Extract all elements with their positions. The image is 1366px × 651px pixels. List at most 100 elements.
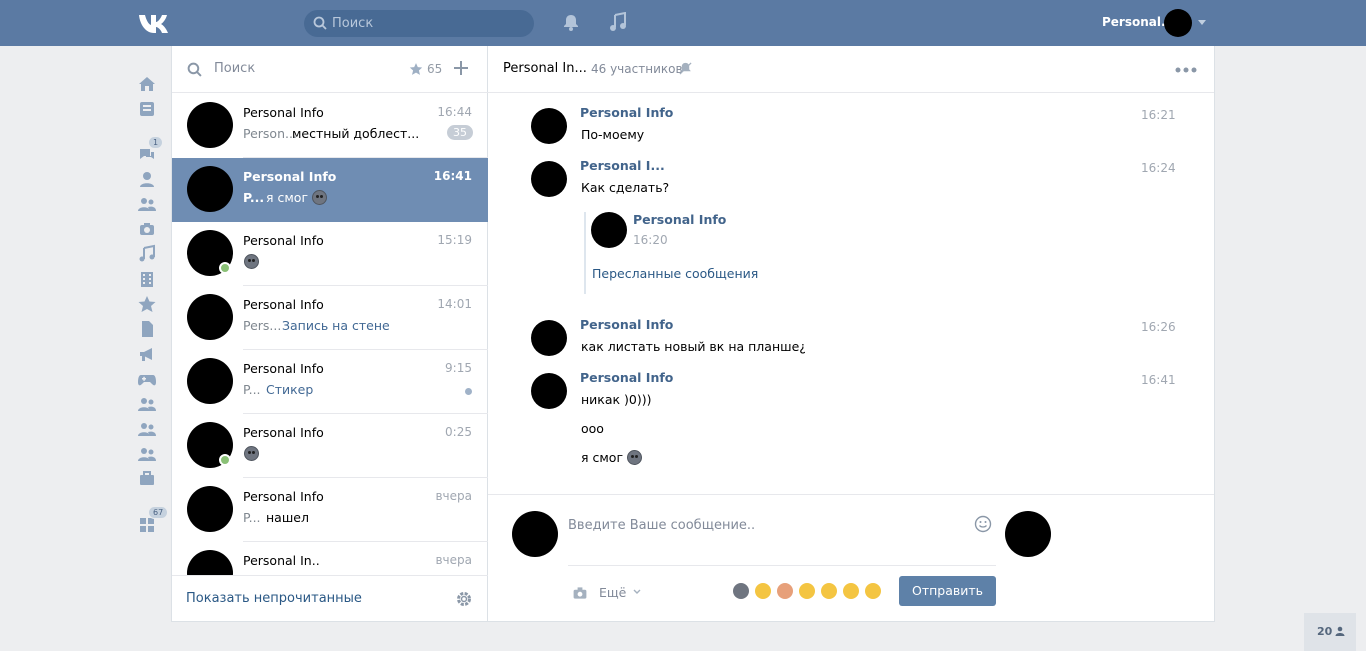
dialog-sender: Person... xyxy=(243,126,297,141)
dialog-item-active[interactable]: Personal Info 16:41 P... я смог xyxy=(172,158,488,222)
dialog-preview xyxy=(244,446,259,461)
forwarded-bar xyxy=(584,212,586,294)
message-author[interactable]: Personal Info xyxy=(580,370,673,385)
dialog-time: 16:41 xyxy=(433,169,472,183)
groups-icon[interactable] xyxy=(136,394,158,414)
star-icon[interactable] xyxy=(136,294,158,314)
star-icon[interactable] xyxy=(408,61,424,77)
dialog-time: 9:15 xyxy=(445,361,472,375)
video-icon[interactable] xyxy=(136,269,158,289)
more-icon[interactable] xyxy=(1175,67,1197,73)
mute-icon[interactable] xyxy=(679,62,692,75)
gear-icon[interactable] xyxy=(455,590,473,608)
avatar[interactable] xyxy=(531,320,567,356)
chat-title[interactable]: Personal In... xyxy=(503,61,587,76)
dialog-item[interactable]: Personal Info 0:25 xyxy=(172,414,488,478)
plus-icon[interactable] xyxy=(453,60,469,76)
message-time: 16:24 xyxy=(1141,161,1176,175)
forwarded-author[interactable]: Personal Info xyxy=(633,212,726,227)
avatar[interactable] xyxy=(591,212,627,248)
dialog-preview: местный доблест... xyxy=(292,126,420,141)
online-counter[interactable]: 20 xyxy=(1304,613,1356,651)
dialog-item[interactable]: Personal Info 16:44 Person... местный до… xyxy=(172,94,488,158)
send-button[interactable]: Отправить xyxy=(899,576,996,606)
message-author[interactable]: Personal I... xyxy=(580,158,665,173)
online-indicator xyxy=(219,262,231,274)
emoji-icon[interactable] xyxy=(821,583,837,599)
dialog-item[interactable]: Personal Info 9:15 P... Стикер xyxy=(172,350,488,414)
groups-icon[interactable] xyxy=(136,444,158,464)
dialog-name: Personal Info xyxy=(243,297,324,312)
home-icon[interactable] xyxy=(136,74,158,94)
groups-icon[interactable] xyxy=(136,194,158,214)
document-icon[interactable] xyxy=(136,319,158,339)
avatar[interactable] xyxy=(531,161,567,197)
message-author[interactable]: Personal Info xyxy=(580,317,673,332)
emoji-icon[interactable] xyxy=(733,583,749,599)
music-icon[interactable] xyxy=(609,12,627,32)
nav-messages[interactable]: 1 xyxy=(136,136,164,164)
search-icon xyxy=(187,62,202,77)
dialogs-search-input[interactable]: Поиск xyxy=(214,61,255,76)
gamepad-icon[interactable] xyxy=(136,369,158,389)
user-avatar[interactable] xyxy=(1164,9,1192,37)
message-time: 16:21 xyxy=(1141,108,1176,122)
emoji-icon[interactable] xyxy=(865,583,881,599)
dialog-preview: нашел xyxy=(266,510,309,525)
avatar xyxy=(187,550,233,575)
emoji-icon[interactable] xyxy=(799,583,815,599)
dialog-item[interactable]: Personal In.. вчера xyxy=(172,542,488,575)
dialog-name: Personal Info xyxy=(243,169,337,184)
nav-apps[interactable]: 67 xyxy=(136,506,169,534)
emoji-quick-bar xyxy=(733,583,887,599)
message-input[interactable]: Введите Ваше сообщение.. xyxy=(568,518,755,533)
unread-badge: 35 xyxy=(447,125,473,140)
apps-badge: 67 xyxy=(148,506,169,519)
camera-icon[interactable] xyxy=(571,585,589,601)
unread-dot xyxy=(465,388,472,395)
dialog-preview: Запись на стене xyxy=(282,318,390,333)
bell-icon[interactable] xyxy=(562,13,580,31)
chat-header: Personal In... 46 участников xyxy=(488,46,1214,93)
emoji-icon[interactable] xyxy=(755,583,771,599)
briefcase-icon[interactable] xyxy=(136,469,158,489)
dialog-name: Personal In.. xyxy=(243,553,320,568)
message-author[interactable]: Personal Info xyxy=(580,105,673,120)
dialog-sender: P... xyxy=(243,382,261,397)
emoji-icon xyxy=(627,450,642,465)
avatar[interactable] xyxy=(531,373,567,409)
dialog-time: вчера xyxy=(435,553,472,567)
dialog-item[interactable]: Personal Info вчера P... нашел xyxy=(172,478,488,542)
header-search[interactable]: Поиск xyxy=(304,10,534,37)
music-icon[interactable] xyxy=(136,244,158,264)
dialog-time: 14:01 xyxy=(437,297,472,311)
news-icon[interactable] xyxy=(136,99,158,119)
emoji-icon[interactable] xyxy=(843,583,859,599)
vk-logo-icon[interactable] xyxy=(138,12,172,34)
favorites-count: 65 xyxy=(427,62,443,76)
dialog-item[interactable]: Personal Info 15:19 xyxy=(172,222,488,286)
top-header: Поиск Personal... xyxy=(0,0,1366,46)
smile-icon[interactable] xyxy=(974,515,992,533)
avatar xyxy=(187,102,233,148)
chevron-down-icon[interactable] xyxy=(1198,20,1206,25)
camera-icon[interactable] xyxy=(136,219,158,239)
avatar xyxy=(187,166,233,212)
chevron-down-icon[interactable] xyxy=(633,589,641,595)
emoji-icon[interactable] xyxy=(777,583,793,599)
avatar xyxy=(187,486,233,532)
avatar[interactable] xyxy=(531,108,567,144)
dialog-preview: Стикер xyxy=(266,382,314,397)
forwarded-messages-link[interactable]: Пересланные сообщения xyxy=(592,266,758,281)
groups-icon[interactable] xyxy=(136,419,158,439)
more-attachments-button[interactable]: Ещё xyxy=(599,585,626,600)
chat-panel: Personal In... 46 участников Personal In… xyxy=(488,46,1215,622)
forwarded-time: 16:20 xyxy=(633,233,668,247)
dialog-item[interactable]: Personal Info 14:01 Pers... Запись на ст… xyxy=(172,286,488,350)
friend-icon[interactable] xyxy=(136,169,158,189)
message-text: По-моему xyxy=(581,127,645,142)
chat-members[interactable]: 46 участников xyxy=(591,62,683,76)
header-search-placeholder: Поиск xyxy=(332,16,374,31)
show-unread-link[interactable]: Показать непрочитанные xyxy=(186,591,362,606)
megaphone-icon[interactable] xyxy=(136,344,158,364)
